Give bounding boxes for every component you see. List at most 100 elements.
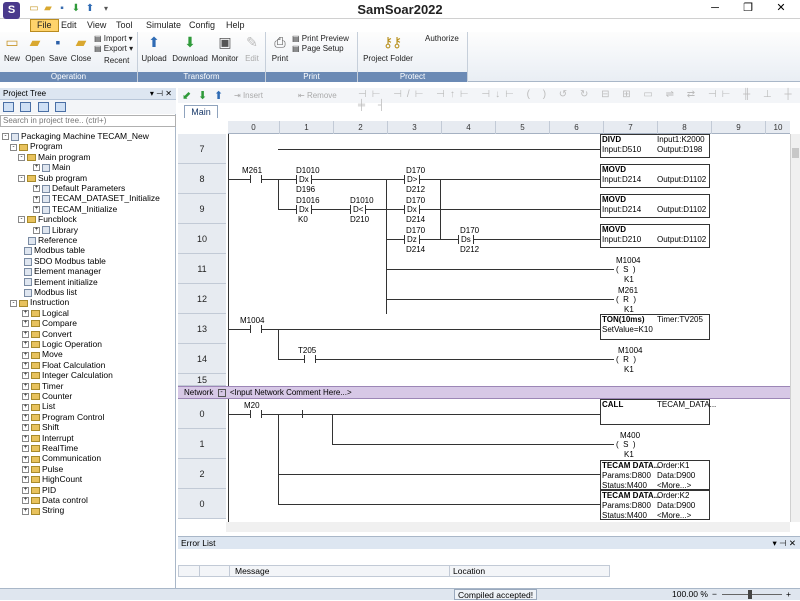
grid-view-icon[interactable]	[20, 102, 31, 112]
contact-t205[interactable]	[304, 355, 316, 363]
tree-view-icon[interactable]	[3, 102, 14, 112]
zoom-in-icon[interactable]: +	[786, 589, 791, 600]
function-block-instruction[interactable]: TECAM DATA... Order:K1 Params:D800 Data:D9…	[600, 460, 710, 490]
vertical-scrollbar[interactable]	[790, 134, 800, 522]
close-button[interactable]: ▰ Close	[69, 34, 93, 70]
upload-button[interactable]: ⬆ Upload	[140, 34, 168, 70]
ladder-grid[interactable]: 7 8 9 10 11 12 13 14 15 Network - <Input…	[178, 134, 790, 522]
tree-node-project[interactable]: - Packaging Machine TECAM_New	[2, 131, 149, 141]
function-block-instruction[interactable]: TECAM DATA... Order:K2 Params:D800 Data:D9…	[600, 490, 710, 520]
minimize-icon[interactable]: ─	[702, 1, 728, 16]
upload-arrow-icon[interactable]: ⬆	[214, 89, 223, 102]
compare-dz[interactable]: Dz	[404, 235, 420, 244]
collapse-network-icon[interactable]: -	[217, 388, 226, 397]
call-instruction[interactable]: CALL TECAM_DATA...	[600, 399, 716, 425]
menu-tool[interactable]: Tool	[110, 19, 139, 32]
tree-node-main[interactable]: + Main	[33, 162, 70, 172]
tool-icon-1[interactable]: ⬋	[182, 89, 191, 102]
recent-button[interactable]: Recent	[104, 56, 129, 66]
zoom-out-icon[interactable]: −	[712, 589, 717, 600]
tree-node-shift[interactable]: + Shift	[22, 422, 59, 432]
column-message[interactable]: Message	[235, 566, 270, 576]
network-comment[interactable]: <Input Network Comment Here...>	[230, 388, 352, 397]
tree-node-interrupt[interactable]: + Interrupt	[22, 433, 74, 443]
save-button[interactable]: ▪ Save	[48, 34, 68, 70]
divd-instruction[interactable]: DIVD Input1:K2000 Input:D510 Output:D198	[600, 134, 710, 158]
tree-search-input[interactable]: Search in project tree.. (ctrl+)	[0, 115, 176, 127]
tree-node-counter[interactable]: + Counter	[22, 391, 72, 401]
tree-node-funcblock[interactable]: - Funcblock	[18, 214, 77, 224]
edit-button[interactable]: ✎ Edit	[242, 34, 262, 70]
scrollbar-thumb[interactable]	[792, 148, 799, 158]
panel-pin-close-icon[interactable]: ▾ ⊣ ✕	[772, 537, 796, 549]
tree-node-compare[interactable]: + Compare	[22, 318, 77, 328]
coil-set[interactable]: ( S )	[616, 265, 636, 274]
page-setup-button[interactable]: ▤ Page Setup	[292, 44, 344, 54]
coil-set[interactable]: ( S )	[616, 440, 636, 449]
menu-config[interactable]: Config	[183, 19, 221, 32]
tree-node-main-program[interactable]: - Main program	[18, 152, 90, 162]
compare-dx[interactable]: Dx	[404, 205, 420, 214]
compare-dx[interactable]: Dx	[296, 205, 312, 214]
movd-instruction[interactable]: MOVD Input:D214 Output:D1102	[600, 164, 710, 188]
tree-node-list[interactable]: + List	[22, 401, 55, 411]
tree-node-logic-operation[interactable]: + Logic Operation	[22, 339, 102, 349]
print-button[interactable]: ⎙ Print	[268, 34, 292, 70]
contact-m20[interactable]	[250, 410, 262, 418]
authorize-button[interactable]: Authorize	[425, 34, 459, 44]
print-preview-button[interactable]: ▤ Print Preview	[292, 34, 349, 44]
table-view-icon[interactable]	[55, 102, 66, 112]
tree-node-float-calculation[interactable]: + Float Calculation	[22, 360, 105, 370]
tree-node-program-control[interactable]: + Program Control	[22, 412, 104, 422]
compare-ds[interactable]: Ds	[458, 235, 474, 244]
tree-node-move[interactable]: + Move	[22, 349, 63, 359]
tree-node-highcount[interactable]: + HighCount	[22, 474, 82, 484]
tree-node-realtime[interactable]: + RealTime	[22, 443, 78, 453]
download-button[interactable]: ⬇ Download	[171, 34, 209, 70]
restore-icon[interactable]: ❐	[735, 1, 761, 16]
tree-node-pulse[interactable]: + Pulse	[22, 464, 63, 474]
monitor-button[interactable]: ▣ Monitor	[210, 34, 240, 70]
tree-node-data-control[interactable]: + Data control	[22, 495, 88, 505]
tree-node-reference[interactable]: Reference	[28, 235, 77, 245]
tree-node-convert[interactable]: + Convert	[22, 329, 72, 339]
menu-view[interactable]: View	[81, 19, 112, 32]
column-location[interactable]: Location	[453, 566, 485, 576]
remove-button[interactable]: ⇤ Remove	[298, 91, 337, 100]
movd-instruction[interactable]: MOVD Input:D214 Output:D1102	[600, 194, 710, 218]
tree-node-program[interactable]: - Program	[10, 141, 63, 151]
compare-dx[interactable]: Dx	[296, 175, 312, 184]
tree-node-dataset-initialize[interactable]: + TECAM_DATASET_Initialize	[33, 193, 160, 203]
compare-dlt[interactable]: D<	[350, 205, 367, 214]
menu-edit[interactable]: Edit	[55, 19, 83, 32]
tree-node-sub-program[interactable]: - Sub program	[18, 173, 87, 183]
tree-node-modbus-table[interactable]: Modbus table	[24, 245, 85, 255]
tab-main[interactable]: Main	[184, 105, 218, 118]
close-icon[interactable]: ✕	[768, 1, 794, 16]
ton-instruction[interactable]: TON(10ms) Timer:TV205 SetValue=K10	[600, 314, 710, 340]
list-view-icon[interactable]	[38, 102, 49, 112]
tree-node-default-parameters[interactable]: + Default Parameters	[33, 183, 125, 193]
new-button[interactable]: ▭ New	[2, 34, 22, 70]
zoom-slider-thumb[interactable]	[748, 590, 752, 599]
tree-node-integer-calculation[interactable]: + Integer Calculation	[22, 370, 113, 380]
tree-node-tecam-initialize[interactable]: + TECAM_Initialize	[33, 204, 117, 214]
open-button[interactable]: ▰ Open	[24, 34, 46, 70]
tree-node-sdo-modbus-table[interactable]: SDO Modbus table	[24, 256, 106, 266]
coil-reset[interactable]: ( R )	[616, 295, 636, 304]
compare-dgt[interactable]: D>	[404, 175, 421, 184]
contact-m261[interactable]	[250, 175, 262, 183]
insert-button[interactable]: ⇥ Insert	[234, 91, 263, 100]
import-button[interactable]: ▤ Import ▾	[94, 34, 133, 44]
menu-simulate[interactable]: Simulate	[140, 19, 187, 32]
export-button[interactable]: ▤ Export ▾	[94, 44, 133, 54]
tree-node-string[interactable]: + String	[22, 505, 64, 515]
tree-node-timer[interactable]: + Timer	[22, 381, 63, 391]
download-arrow-icon[interactable]: ⬇	[198, 89, 207, 102]
tree-node-element-initialize[interactable]: Element initialize	[24, 277, 98, 287]
tree-node-logical[interactable]: + Logical	[22, 308, 69, 318]
ladder-element-toolbar-icons[interactable]: ⊣⊢ ⊣/⊢ ⊣↑⊢ ⊣↓⊢ ( ) ↺ ↻ ⊟ ⊞ ▭ ⇌ ⇄ ⊣⊢ ╫ ⊥ …	[358, 89, 800, 111]
tree-node-instruction[interactable]: - Instruction	[10, 297, 69, 307]
movd-instruction[interactable]: MOVD Input:D210 Output:D1102	[600, 224, 710, 248]
contact-m1004[interactable]	[250, 325, 262, 333]
